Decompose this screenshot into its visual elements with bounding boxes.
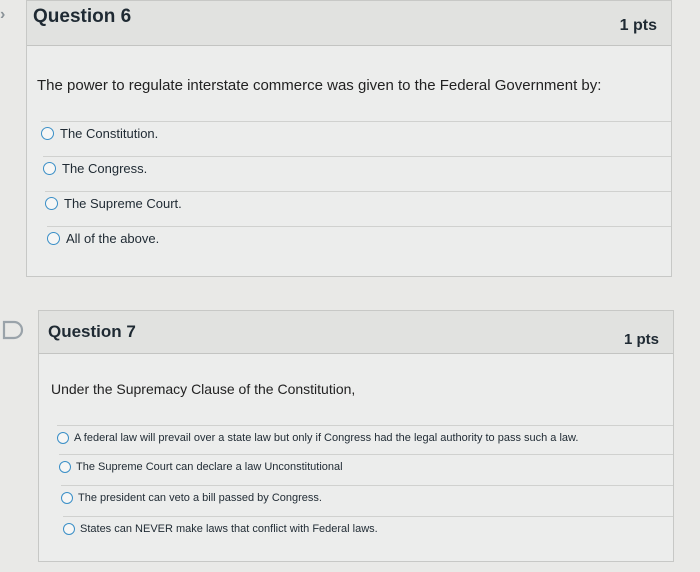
question-6-header: Question 6 1 pts: [27, 1, 671, 46]
question-7-card: Question 7 1 pts Under the Supremacy Cla…: [38, 310, 674, 562]
question-7-answer-2[interactable]: The Supreme Court can declare a law Unco…: [59, 454, 673, 479]
radio-button[interactable]: [43, 161, 56, 175]
flag-icon[interactable]: [2, 320, 24, 345]
answer-label: All of the above.: [66, 230, 160, 246]
question-7-answer-4[interactable]: States can NEVER make laws that conflict…: [63, 516, 673, 541]
question-6-prompt: The power to regulate interstate commerc…: [37, 77, 602, 94]
question-6-answer-4[interactable]: All of the above.: [47, 226, 671, 249]
answer-label: States can NEVER make laws that conflict…: [80, 523, 378, 535]
radio-button[interactable]: [47, 231, 60, 245]
answer-label: A federal law will prevail over a state …: [74, 432, 579, 444]
question-6-answer-1[interactable]: The Constitution.: [41, 121, 671, 144]
question-7-header: Question 7 1 pts: [39, 311, 673, 354]
chevron-right-icon[interactable]: ›: [0, 6, 5, 24]
radio-button[interactable]: [61, 492, 73, 504]
question-6-title: Question 6: [33, 6, 132, 27]
answer-label: The president can veto a bill passed by …: [78, 492, 322, 504]
question-6-answer-3[interactable]: The Supreme Court.: [45, 191, 671, 214]
answer-label: The Supreme Court can declare a law Unco…: [76, 461, 343, 473]
answer-label: The Supreme Court.: [64, 195, 182, 211]
radio-button[interactable]: [41, 126, 54, 140]
question-7-answer-1[interactable]: A federal law will prevail over a state …: [57, 425, 673, 450]
answer-label: The Constitution.: [60, 125, 159, 141]
radio-button[interactable]: [57, 432, 69, 444]
radio-button[interactable]: [63, 523, 75, 535]
question-6-answer-2[interactable]: The Congress.: [43, 156, 671, 179]
question-7-prompt: Under the Supremacy Clause of the Consti…: [51, 381, 356, 397]
question-6-points: 1 pts: [619, 17, 657, 34]
answer-label: The Congress.: [62, 160, 148, 176]
question-6-card: Question 6 1 pts The power to regulate i…: [26, 0, 672, 277]
question-7-points: 1 pts: [623, 331, 659, 348]
radio-button[interactable]: [45, 196, 58, 210]
question-7-answer-3[interactable]: The president can veto a bill passed by …: [61, 485, 673, 510]
radio-button[interactable]: [59, 461, 71, 473]
question-7-title: Question 7: [48, 322, 136, 341]
